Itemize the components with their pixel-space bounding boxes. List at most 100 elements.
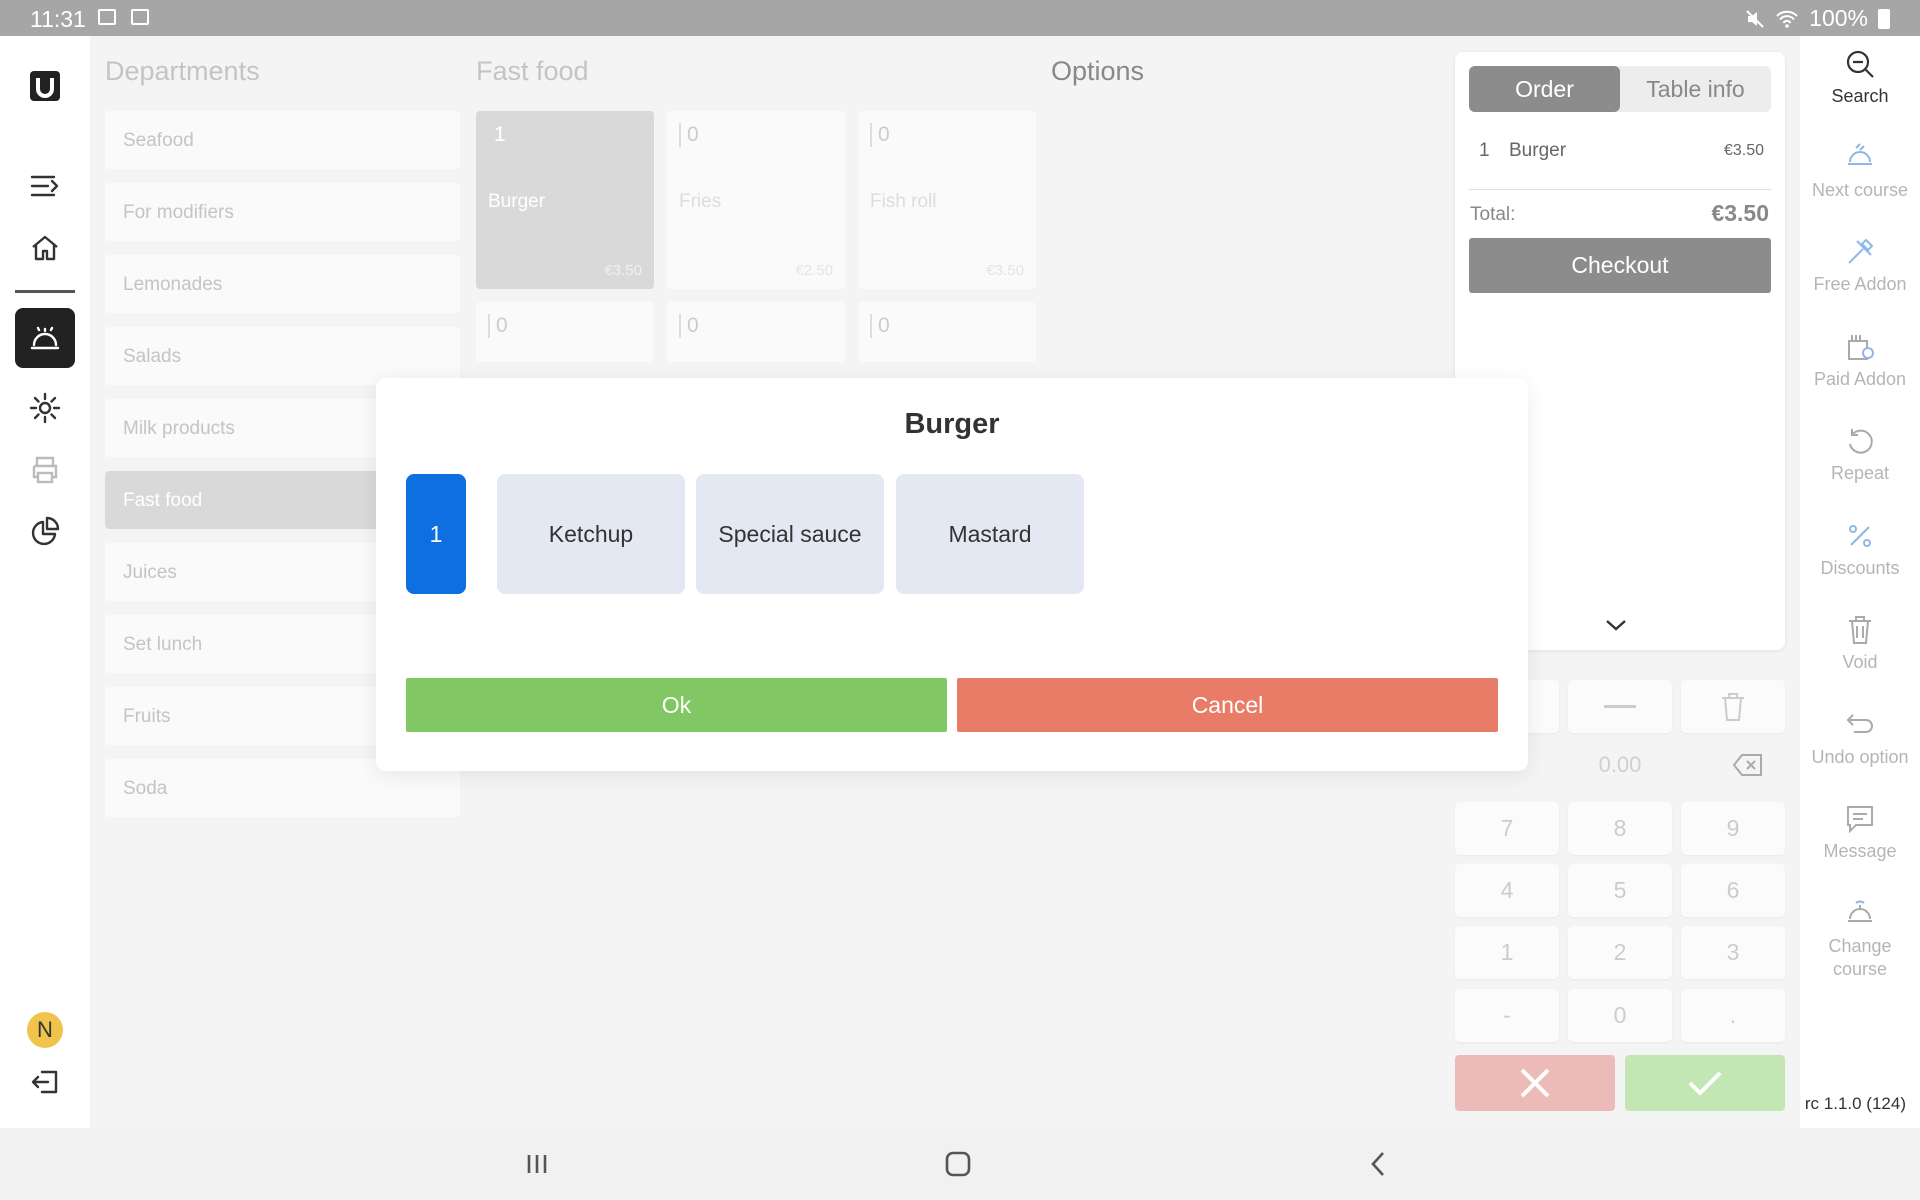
- free-addon-action[interactable]: Free Addon: [1800, 236, 1920, 295]
- options-title: Options: [1051, 56, 1145, 86]
- logout-icon[interactable]: [17, 1054, 73, 1110]
- next-course-label: Next course: [1811, 180, 1909, 200]
- tools-icon: [1848, 238, 1874, 264]
- status-bar: 11:31 100%: [0, 0, 1920, 36]
- reports-pie-chart-icon[interactable]: [17, 504, 73, 560]
- free-addon-label: Free Addon: [1813, 274, 1907, 294]
- keypad-key[interactable]: 5: [1568, 864, 1672, 917]
- product-count: 0: [488, 314, 508, 338]
- trash-icon: [1722, 692, 1744, 721]
- modifier-ketchup-button[interactable]: Ketchup: [497, 474, 685, 594]
- message-label: Message: [1823, 841, 1897, 861]
- product-count: 0: [870, 314, 890, 338]
- undo-option-label: Undo option: [1811, 747, 1909, 767]
- backspace-icon[interactable]: [1732, 752, 1764, 778]
- keypad-key[interactable]: 0: [1568, 989, 1672, 1042]
- department-item[interactable]: Seafood: [105, 111, 460, 169]
- menu-expand-icon[interactable]: [17, 158, 73, 214]
- quantity-selector[interactable]: 1: [406, 474, 466, 594]
- minus-icon: [1604, 704, 1636, 708]
- gallery-notification-icon: [98, 9, 116, 25]
- repeat-icon: [1849, 429, 1873, 454]
- modifier-special-sauce-button[interactable]: Special sauce: [696, 474, 884, 594]
- keypad-key[interactable]: .: [1681, 989, 1785, 1042]
- product-tile[interactable]: 0: [667, 302, 845, 362]
- action-rail: Search Next course Free Addon Paid Addon…: [1800, 36, 1920, 1128]
- paid-addon-action[interactable]: Paid Addon: [1800, 331, 1920, 390]
- keypad-cancel-button[interactable]: [1455, 1055, 1615, 1111]
- trash-icon: [1849, 616, 1871, 644]
- order-line-qty: 1: [1479, 140, 1490, 161]
- keypad-key[interactable]: 2: [1568, 926, 1672, 979]
- paid-addon-label: Paid Addon: [1813, 369, 1907, 389]
- app-version: rc 1.1.0 (124): [1804, 1094, 1906, 1113]
- keypad-delete-button[interactable]: [1681, 680, 1785, 733]
- checkmark-icon: [1688, 1071, 1722, 1096]
- recent-apps-icon[interactable]: [522, 1150, 552, 1178]
- tab-table-info[interactable]: Table info: [1620, 66, 1771, 112]
- keypad-key[interactable]: 3: [1681, 926, 1785, 979]
- home-icon[interactable]: [17, 220, 73, 276]
- discounts-label: Discounts: [1820, 558, 1900, 578]
- product-tile[interactable]: 0 Fries €2.50: [667, 111, 845, 289]
- product-count: 0: [870, 123, 890, 147]
- product-tile[interactable]: 0 Fish roll €3.50: [858, 111, 1036, 289]
- paid-addon-icon: [1848, 335, 1874, 360]
- wifi-icon: [1776, 10, 1798, 28]
- ok-button[interactable]: Ok: [406, 678, 947, 732]
- chevron-down-icon[interactable]: [1605, 618, 1627, 632]
- keypad-key[interactable]: -: [1455, 989, 1559, 1042]
- product-name: Fish roll: [870, 191, 937, 212]
- system-navigation-bar: [0, 1128, 1920, 1200]
- product-count: 1: [494, 123, 506, 146]
- keypad-key[interactable]: 8: [1568, 802, 1672, 855]
- keypad-key[interactable]: 6: [1681, 864, 1785, 917]
- message-icon: [1847, 806, 1873, 834]
- product-tile[interactable]: 0: [476, 302, 654, 362]
- undo-icon: [1846, 714, 1873, 733]
- user-avatar[interactable]: N: [27, 1012, 63, 1048]
- dialog-title: Burger: [904, 408, 1000, 440]
- product-tile[interactable]: 0: [858, 302, 1036, 362]
- keypad-key[interactable]: 1: [1455, 926, 1559, 979]
- product-tile[interactable]: 1 Burger €3.50: [476, 111, 654, 289]
- keypad-minus-button[interactable]: [1568, 680, 1672, 733]
- tab-order[interactable]: Order: [1469, 66, 1620, 112]
- search-label: Search: [1831, 86, 1889, 106]
- keypad-key[interactable]: 7: [1455, 802, 1559, 855]
- void-action[interactable]: Void: [1800, 614, 1920, 673]
- battery-icon: [1878, 8, 1890, 29]
- department-item[interactable]: Lemonades: [105, 255, 460, 313]
- message-action[interactable]: Message: [1800, 803, 1920, 862]
- keypad-key[interactable]: 9: [1681, 802, 1785, 855]
- cancel-button[interactable]: Cancel: [957, 678, 1498, 732]
- change-course-action[interactable]: Change course: [1800, 897, 1920, 981]
- app-logo-icon: [17, 58, 73, 114]
- total-value: €3.50: [1711, 200, 1769, 226]
- department-item[interactable]: Salads: [105, 327, 460, 385]
- orders-cloche-icon[interactable]: [15, 308, 75, 368]
- next-course-action[interactable]: Next course: [1800, 142, 1920, 201]
- search-action[interactable]: Search: [1800, 48, 1920, 107]
- home-button-icon[interactable]: [943, 1150, 973, 1178]
- product-name: Burger: [488, 191, 546, 212]
- department-item[interactable]: For modifiers: [105, 183, 460, 241]
- keypad-confirm-button[interactable]: [1625, 1055, 1785, 1111]
- modifier-mastard-button[interactable]: Mastard: [896, 474, 1084, 594]
- printer-icon[interactable]: [17, 442, 73, 498]
- product-price: €2.50: [795, 262, 833, 279]
- percent-icon: [1849, 525, 1871, 547]
- settings-gear-icon[interactable]: [17, 380, 73, 436]
- app-notification-icon: [131, 9, 149, 25]
- discounts-action[interactable]: Discounts: [1800, 520, 1920, 579]
- order-tabs: Order Table info: [1469, 66, 1771, 112]
- undo-option-action[interactable]: Undo option: [1800, 709, 1920, 768]
- back-icon[interactable]: [1364, 1150, 1394, 1178]
- keypad-key[interactable]: 4: [1455, 864, 1559, 917]
- checkout-button[interactable]: Checkout: [1469, 238, 1771, 293]
- next-course-icon: [1848, 143, 1872, 165]
- total-label: Total:: [1470, 204, 1516, 225]
- departments-title: Departments: [105, 56, 260, 86]
- repeat-action[interactable]: Repeat: [1800, 425, 1920, 484]
- product-price: €3.50: [604, 262, 642, 279]
